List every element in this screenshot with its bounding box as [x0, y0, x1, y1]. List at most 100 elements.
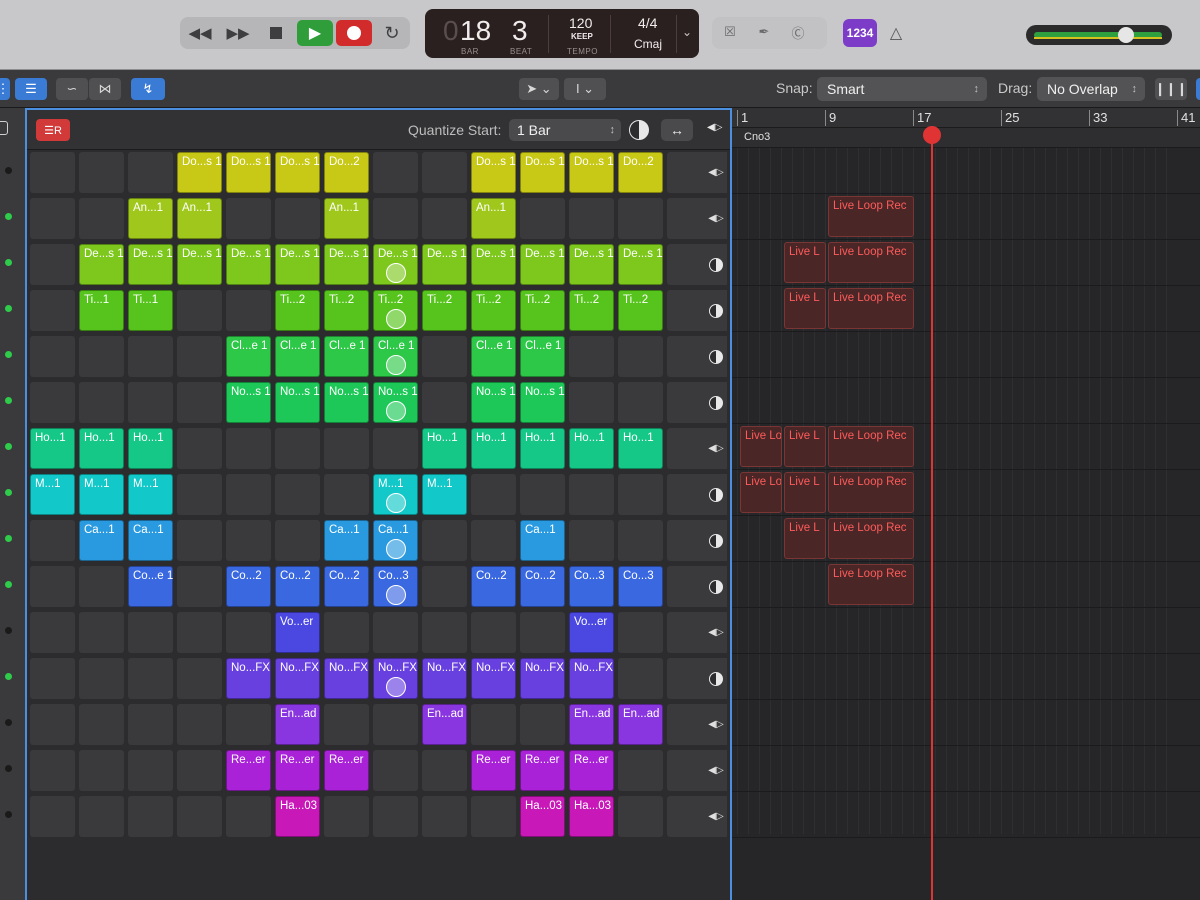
loop-cell[interactable]: Co...2 [226, 566, 271, 607]
empty-cell[interactable] [226, 198, 271, 239]
empty-cell[interactable] [30, 658, 75, 699]
record-scene-icon[interactable]: ☰R [36, 119, 70, 141]
empty-cell[interactable] [618, 796, 663, 837]
empty-cell[interactable] [226, 796, 271, 837]
track-queue-icon[interactable] [705, 244, 727, 285]
empty-cell[interactable] [30, 704, 75, 745]
loop-cell[interactable]: Re...er [275, 750, 320, 791]
loop-cell[interactable]: Do...s 1 [471, 152, 516, 193]
low-latency-icon[interactable]: ☒ [716, 19, 744, 45]
empty-cell[interactable] [177, 658, 222, 699]
recorded-region[interactable]: Live Loop Rec [828, 472, 914, 513]
loop-cell[interactable]: En...ad [275, 704, 320, 745]
empty-cell[interactable] [618, 612, 663, 653]
empty-cell[interactable] [422, 566, 467, 607]
recorded-region[interactable]: Live Loop Rec [828, 426, 914, 467]
empty-cell[interactable] [30, 336, 75, 377]
loop-cell[interactable]: Co...e 1 [128, 566, 173, 607]
empty-cell[interactable] [422, 612, 467, 653]
empty-cell[interactable] [226, 474, 271, 515]
recorded-region[interactable]: Live Loop Rec [828, 196, 914, 237]
empty-cell[interactable] [177, 382, 222, 423]
loop-cell[interactable]: Ho...1 [569, 428, 614, 469]
empty-cell[interactable] [618, 198, 663, 239]
empty-cell[interactable] [373, 612, 418, 653]
recorded-region[interactable]: Live Loo [740, 426, 782, 467]
playhead-handle[interactable] [923, 126, 941, 144]
empty-cell[interactable] [30, 152, 75, 193]
empty-cell[interactable] [275, 198, 320, 239]
empty-cell[interactable] [226, 290, 271, 331]
loop-cell[interactable]: Co...2 [324, 566, 369, 607]
loop-cell[interactable]: Ho...1 [30, 428, 75, 469]
loop-cell[interactable]: Do...2 [324, 152, 369, 193]
solo-icon[interactable]: Ⓒ [784, 19, 812, 45]
catch-icon[interactable]: ↯ [131, 78, 165, 100]
empty-cell[interactable] [177, 474, 222, 515]
empty-cell[interactable] [30, 612, 75, 653]
loop-cell[interactable]: Vo...er [569, 612, 614, 653]
loop-cell[interactable]: No...FX [275, 658, 320, 699]
loop-cell[interactable]: De...s 1 [618, 244, 663, 285]
loop-cell[interactable]: Ca...1 [324, 520, 369, 561]
loop-cell[interactable]: No...FX [226, 658, 271, 699]
empty-cell[interactable] [128, 796, 173, 837]
loop-cell[interactable]: De...s 1 [226, 244, 271, 285]
track-play-stop-icon[interactable]: ◀▷ [705, 750, 727, 791]
loop-cell[interactable]: Ti...2 [324, 290, 369, 331]
quantize-select[interactable]: 1 Bar ↕ [509, 119, 621, 141]
loop-cell[interactable]: Re...er [324, 750, 369, 791]
loop-cell[interactable]: No...FX [373, 658, 418, 699]
loop-cell[interactable]: De...s 1 [569, 244, 614, 285]
empty-cell[interactable] [128, 658, 173, 699]
loop-cell[interactable]: An...1 [177, 198, 222, 239]
empty-cell[interactable] [79, 566, 124, 607]
empty-cell[interactable] [275, 474, 320, 515]
empty-cell[interactable] [618, 336, 663, 377]
loop-cell[interactable]: M...1 [422, 474, 467, 515]
loop-cell[interactable]: Ca...1 [128, 520, 173, 561]
loop-cell[interactable]: Re...er [471, 750, 516, 791]
empty-cell[interactable] [275, 428, 320, 469]
loop-cell[interactable]: No...FX [569, 658, 614, 699]
empty-cell[interactable] [520, 612, 565, 653]
track-play-stop-icon[interactable]: ◀▷ [705, 428, 727, 469]
count-in-button[interactable]: 1234 [843, 19, 877, 47]
track-play-stop-icon[interactable]: ◀▷ [705, 198, 727, 239]
tuner-icon[interactable]: ✒ [750, 19, 778, 45]
empty-cell[interactable] [422, 198, 467, 239]
loop-cell[interactable]: De...s 1 [79, 244, 124, 285]
loop-cell[interactable]: Ti...2 [520, 290, 565, 331]
loop-cell[interactable]: Cl...e 1 [373, 336, 418, 377]
recorded-region[interactable]: Live L [784, 518, 826, 559]
loop-cell[interactable]: Co...2 [471, 566, 516, 607]
empty-cell[interactable] [177, 612, 222, 653]
empty-cell[interactable] [569, 336, 614, 377]
automation-icon[interactable]: ∽ [56, 78, 88, 100]
loop-cell[interactable]: M...1 [128, 474, 173, 515]
grid-view-icon[interactable]: ⋮ [0, 78, 10, 100]
loop-cell[interactable]: Re...er [520, 750, 565, 791]
loop-cell[interactable]: Do...s 1 [569, 152, 614, 193]
empty-cell[interactable] [520, 198, 565, 239]
empty-cell[interactable] [177, 704, 222, 745]
empty-cell[interactable] [324, 474, 369, 515]
loop-cell[interactable]: Ho...1 [128, 428, 173, 469]
queue-progress-icon[interactable] [629, 120, 649, 140]
record-button[interactable] [336, 20, 372, 46]
loop-cell[interactable]: Do...s 1 [177, 152, 222, 193]
stop-button[interactable] [258, 20, 294, 46]
empty-cell[interactable] [226, 520, 271, 561]
recorded-region[interactable]: Live L [784, 288, 826, 329]
empty-cell[interactable] [128, 612, 173, 653]
track-play-stop-icon[interactable]: ◀▷ [705, 612, 727, 653]
flex-icon[interactable]: ⋈ [89, 78, 121, 100]
loop-cell[interactable]: Co...3 [569, 566, 614, 607]
empty-cell[interactable] [373, 796, 418, 837]
loop-cell[interactable]: Cl...e 1 [520, 336, 565, 377]
marker-label[interactable]: Cno3 [744, 131, 770, 143]
track-queue-icon[interactable] [705, 520, 727, 561]
lcd-chevron-icon[interactable]: ⌄ [682, 25, 692, 39]
loop-cell[interactable]: De...s 1 [373, 244, 418, 285]
loop-cell[interactable]: Vo...er [275, 612, 320, 653]
